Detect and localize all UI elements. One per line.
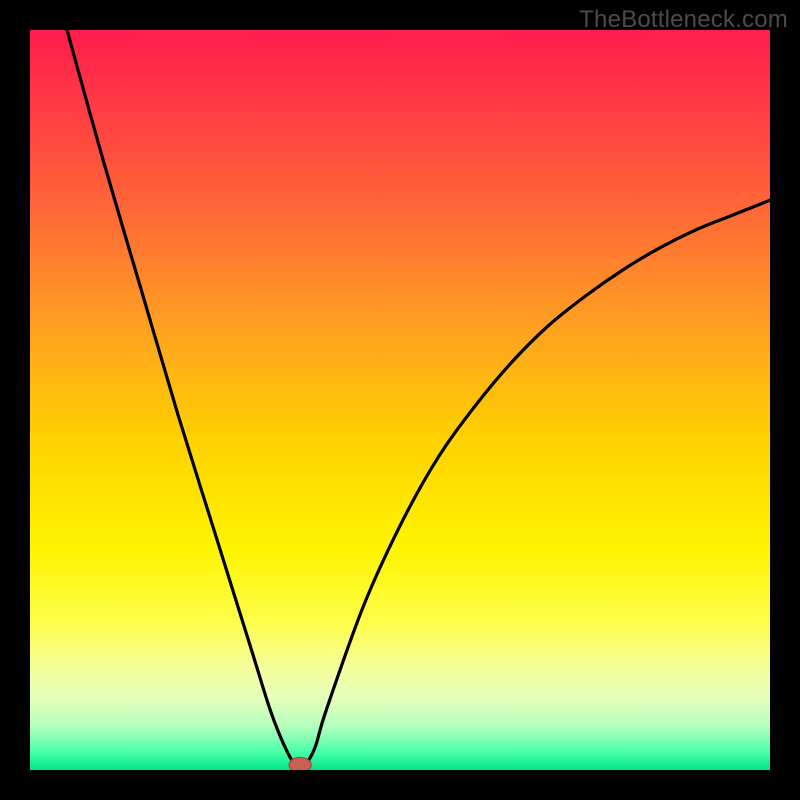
minimum-marker bbox=[289, 757, 311, 770]
plot-area bbox=[30, 30, 770, 770]
gradient-background bbox=[30, 30, 770, 770]
chart-svg bbox=[30, 30, 770, 770]
chart-frame: TheBottleneck.com bbox=[0, 0, 800, 800]
watermark-label: TheBottleneck.com bbox=[579, 6, 788, 34]
